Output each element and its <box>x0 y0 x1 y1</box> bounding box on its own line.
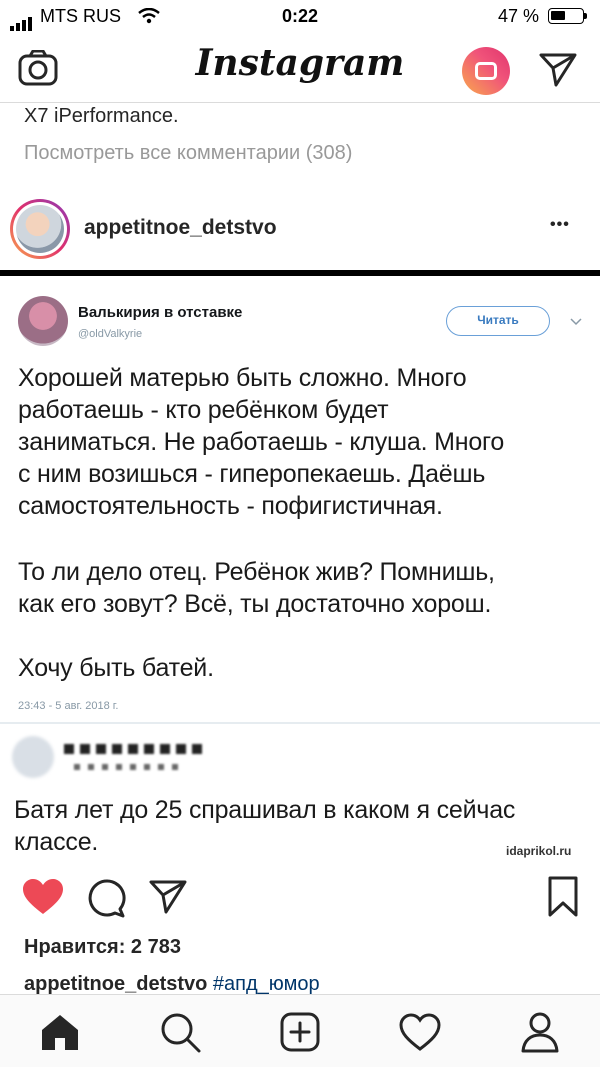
share-icon[interactable] <box>148 878 188 916</box>
tweet-paragraph-2: То ли дело отец. Ребёнок жив? Помнишь, к… <box>18 558 495 618</box>
igtv-icon[interactable] <box>462 47 510 95</box>
top-header: Instagram <box>0 34 600 103</box>
reply-text: Батя лет до 25 спрашивал в каком я сейча… <box>14 796 516 856</box>
battery-percent: 47 % <box>498 6 540 26</box>
caption-username[interactable]: appetitnoe_detstvo <box>24 973 207 995</box>
home-icon[interactable] <box>38 1010 82 1054</box>
activity-heart-icon[interactable] <box>398 1010 442 1054</box>
tweet-handle: @oldValkyrie <box>78 328 143 340</box>
watermark: idaprikol.ru <box>506 844 572 858</box>
avatar[interactable] <box>10 199 70 259</box>
tweet-avatar <box>18 296 68 346</box>
post-username[interactable]: appetitnoe_detstvo <box>84 216 277 240</box>
previous-caption: X7 iPerformance. <box>24 105 179 127</box>
profile-icon[interactable] <box>518 1010 562 1054</box>
tweet-paragraph-1: Хорошей матерью быть сложно. Много работ… <box>18 364 505 520</box>
bookmark-icon[interactable] <box>548 876 578 918</box>
tweet-divider <box>0 722 600 724</box>
more-options-icon[interactable]: ••• <box>550 216 570 234</box>
post-caption: appetitnoe_detstvo #апд_юмор <box>24 973 320 996</box>
likes-count[interactable]: Нравится: 2 783 <box>24 936 181 959</box>
view-all-comments-link[interactable]: Посмотреть все комментарии (308) <box>24 142 352 165</box>
chevron-down-icon <box>570 318 582 326</box>
reply-avatar-blurred <box>12 736 54 778</box>
direct-message-icon[interactable] <box>538 52 578 88</box>
tweet-paragraph-3: Хочу быть батей. <box>18 654 214 682</box>
post-image[interactable]: Валькирия в отставке @oldValkyrie Читать… <box>0 276 600 862</box>
caption-hashtag[interactable]: #апд_юмор <box>213 973 320 995</box>
comment-icon[interactable] <box>86 878 126 918</box>
new-post-icon[interactable] <box>278 1010 322 1054</box>
instagram-logo: Instagram <box>195 42 405 84</box>
reply-handle-censored <box>74 764 184 770</box>
tweet-follow-button: Читать <box>446 306 550 336</box>
battery-icon <box>548 8 587 24</box>
tweet-author: Валькирия в отставке <box>78 304 243 321</box>
search-icon[interactable] <box>158 1010 202 1054</box>
like-heart-icon[interactable] <box>22 878 64 916</box>
reply-name-censored <box>64 744 204 754</box>
tweet-date: 23:43 - 5 авг. 2018 г. <box>18 700 119 712</box>
status-bar: MTS RUS 0:22 47 % <box>0 0 600 34</box>
